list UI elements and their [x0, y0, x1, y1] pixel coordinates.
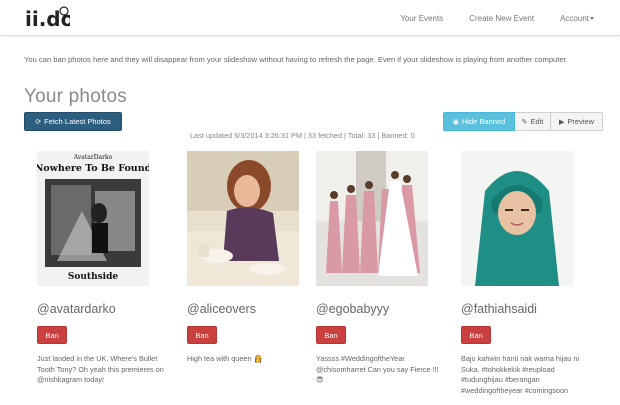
- edit-icon: ✎: [521, 118, 528, 126]
- poster-subtitle: Southside: [68, 272, 119, 282]
- photo-thumbnail[interactable]: AvatarDarko Nowhere To Be Found Southsid…: [37, 151, 149, 286]
- eye-icon: ◉: [452, 118, 459, 126]
- edit-button[interactable]: ✎ Edit: [515, 112, 551, 131]
- nav-create-new-event[interactable]: Create New Event: [469, 14, 534, 23]
- preview-button[interactable]: ▶ Preview: [551, 112, 603, 131]
- logo-text: ii.do: [25, 7, 70, 31]
- view-button-group: ◉ Hide Banned ✎ Edit ▶ Preview: [443, 112, 603, 131]
- username: @aliceovers: [187, 302, 256, 316]
- nav-your-events[interactable]: Your Events: [400, 14, 443, 23]
- logo[interactable]: ii.do: [24, 4, 74, 32]
- username: @avatardarko: [37, 302, 116, 316]
- refresh-icon: ⟳: [35, 118, 42, 126]
- poster-title: Nowhere To Be Found: [37, 163, 149, 174]
- intro-text: You can ban photos here and they will di…: [24, 55, 568, 64]
- hide-banned-button[interactable]: ◉ Hide Banned: [443, 112, 515, 131]
- hide-banned-label: Hide Banned: [461, 117, 506, 126]
- ban-button[interactable]: Ban: [187, 326, 217, 344]
- username: @egobabyyy: [316, 302, 390, 316]
- page-title: Your photos: [24, 86, 127, 107]
- preview-label: Preview: [567, 117, 595, 126]
- chevron-down-icon: [590, 16, 594, 20]
- photo-card: @aliceovers Ban High tea with queen 👸: [187, 151, 319, 365]
- photo-card: @egobabyyy Ban Yassss #WeddingoftheYear …: [316, 151, 448, 386]
- logo-mark: ii.do: [25, 6, 74, 31]
- top-navbar: ii.do Your Events Create New Event Accou…: [0, 0, 620, 36]
- poster-brand: AvatarDarko: [73, 154, 113, 161]
- fetch-button-label: Fetch Latest Photos: [44, 117, 111, 126]
- photo-caption: High tea with queen 👸: [187, 354, 263, 363]
- nav-account-label: Account: [560, 13, 589, 23]
- nav-account-dropdown[interactable]: Account: [560, 14, 594, 23]
- ban-button[interactable]: Ban: [37, 326, 67, 344]
- photo-thumbnail[interactable]: [187, 151, 299, 286]
- photo-caption: Yassss #WeddingoftheYear @chisomharret C…: [316, 354, 439, 384]
- username: @fathiahsaidi: [461, 302, 537, 316]
- ban-button[interactable]: Ban: [316, 326, 346, 344]
- ban-button[interactable]: Ban: [461, 326, 491, 344]
- photo-caption: Just landed in the UK. Where's Bullet To…: [37, 354, 164, 384]
- status-line: Last updated 6/3/2014 3:26:31 PM | 33 fe…: [190, 131, 415, 140]
- edit-label: Edit: [530, 117, 544, 126]
- fetch-latest-photos-button[interactable]: ⟳ Fetch Latest Photos: [24, 112, 122, 131]
- photo-card: @fathiahsaidi Ban Baju kahwin hanti nak …: [461, 151, 593, 396]
- play-icon: ▶: [558, 118, 565, 126]
- photo-caption: Baju kahwin hanti nak warna hijau ni Suk…: [461, 354, 580, 395]
- photo-thumbnail[interactable]: [316, 151, 428, 286]
- nav-links: Your Events Create New Event Account: [374, 0, 594, 36]
- photo-card: AvatarDarko Nowhere To Be Found Southsid…: [37, 151, 169, 386]
- photo-thumbnail[interactable]: [461, 151, 573, 286]
